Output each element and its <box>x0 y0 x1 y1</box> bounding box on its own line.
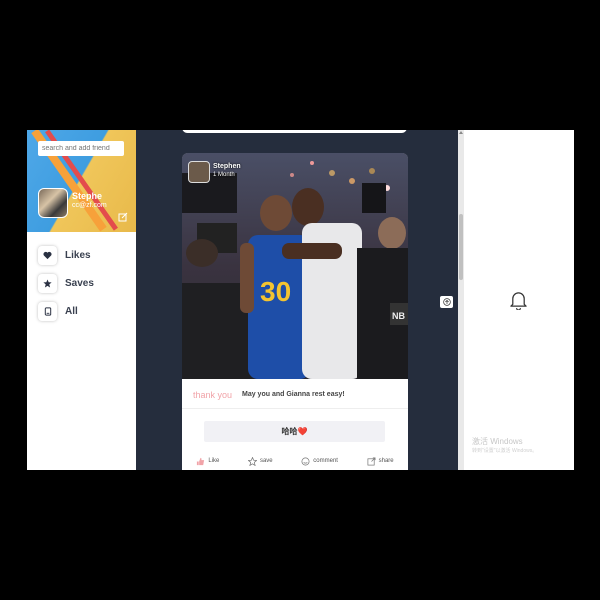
notification-panel: 激活 Windows 转到"设置"以激活 Windows。 <box>464 130 574 470</box>
nav-label: Likes <box>65 249 91 261</box>
document-icon <box>38 301 57 321</box>
previous-post-card[interactable] <box>182 130 407 133</box>
back-to-top-button[interactable] <box>440 296 453 308</box>
star-outline-icon <box>247 456 257 466</box>
search-input[interactable] <box>38 141 124 156</box>
nav-item-saves[interactable]: Saves <box>38 270 94 296</box>
comment-button[interactable]: comment <box>301 457 338 466</box>
nav-item-all[interactable]: All <box>38 298 94 324</box>
arrow-up-icon <box>442 298 451 306</box>
scrollbar-thumb[interactable] <box>459 214 463 280</box>
like-button[interactable]: Like <box>196 457 219 466</box>
nav-list: Likes Saves All <box>38 242 94 326</box>
nav-label: Saves <box>65 277 94 289</box>
scroll-up-arrow[interactable] <box>459 130 463 136</box>
avatar[interactable] <box>38 188 68 218</box>
bell-icon[interactable] <box>509 290 528 310</box>
edit-icon[interactable] <box>118 212 128 222</box>
activation-watermark-text: 转到"设置"以激活 Windows。 <box>472 448 538 454</box>
share-icon <box>367 457 376 465</box>
thumbs-up-icon <box>197 457 205 465</box>
post-time: 1 Month <box>213 172 235 178</box>
post-card: 30 NB Stephen 1 Month thank you May you … <box>182 153 408 470</box>
save-label: save <box>259 458 273 464</box>
like-label: Like <box>208 458 220 464</box>
heart-icon <box>38 245 57 265</box>
share-button[interactable]: share <box>367 457 394 466</box>
svg-text:30: 30 <box>260 276 291 307</box>
star-icon <box>38 273 57 293</box>
comment-icon <box>301 457 310 465</box>
comment-label: comment <box>313 458 338 464</box>
save-button[interactable]: save <box>247 456 273 466</box>
nav-item-likes[interactable]: Likes <box>38 242 94 268</box>
caption-tag: thank you <box>193 390 233 400</box>
post-author-avatar[interactable] <box>188 161 210 183</box>
post-photo[interactable]: 30 NB Stephen 1 Month <box>182 153 408 379</box>
post-actions: Like save comment share <box>182 453 408 469</box>
comment-item[interactable]: 哈哈❤️ <box>204 421 385 442</box>
profile-banner: Stephe cc@zf.com <box>27 130 136 232</box>
post-author[interactable]: Stephen <box>213 163 241 170</box>
profile-email: cc@zf.com <box>72 202 107 209</box>
nav-label: All <box>65 305 78 317</box>
caption-text: May you and Gianna rest easy! <box>242 391 345 398</box>
sidebar: Stephe cc@zf.com Likes Saves <box>27 130 136 470</box>
app-window: Stephe cc@zf.com Likes Saves <box>27 130 574 470</box>
share-label: share <box>378 458 394 464</box>
post-image: 30 NB <box>182 153 408 379</box>
svg-text:NB: NB <box>392 311 405 321</box>
profile-name: Stephe <box>72 191 103 201</box>
activation-watermark-title: 激活 Windows <box>472 437 523 446</box>
caption-row: thank you May you and Gianna rest easy! <box>182 379 408 409</box>
